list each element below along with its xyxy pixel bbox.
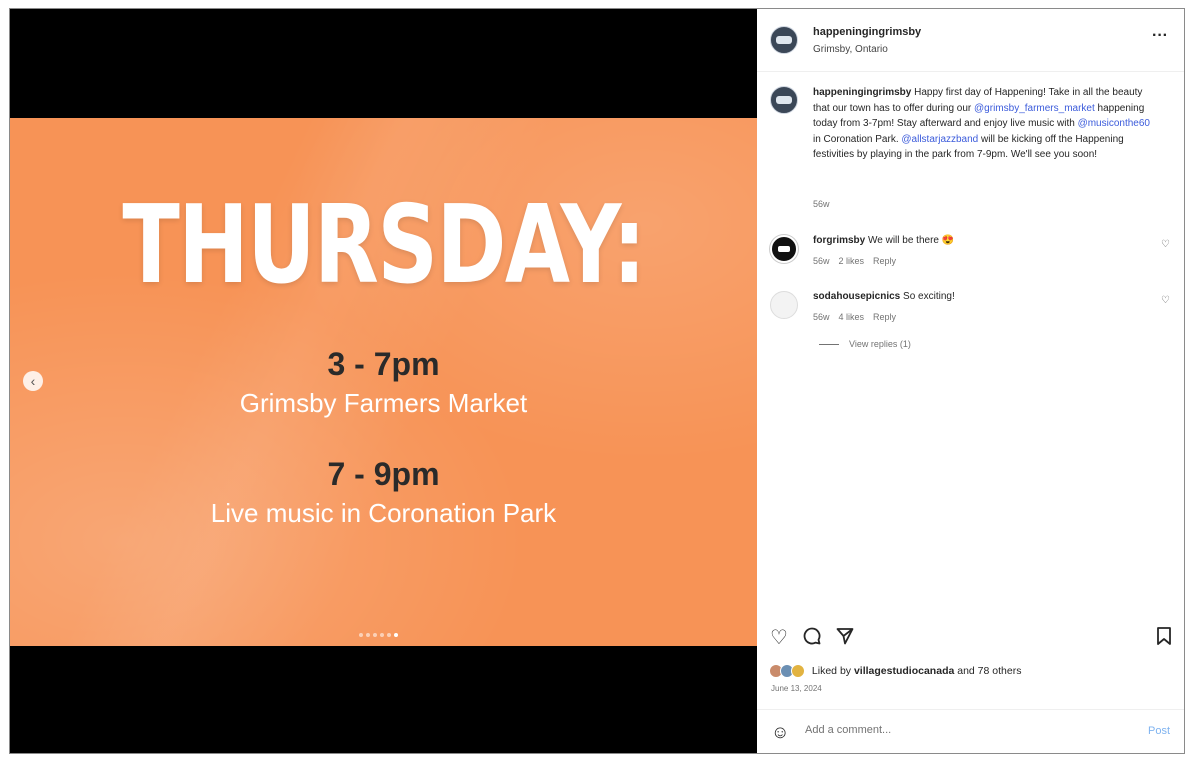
carousel-slide: THURSDAY: 3 - 7pm Grimsby Farmers Market…	[10, 118, 757, 646]
post-media: THURSDAY: 3 - 7pm Grimsby Farmers Market…	[10, 9, 757, 753]
event-1-description: Grimsby Farmers Market	[239, 388, 528, 418]
event-1-time: 3 - 7pm	[327, 346, 440, 382]
carousel-dot	[373, 633, 377, 637]
comment-text: sodahousepicnics So exciting!	[813, 291, 955, 302]
heart-icon[interactable]: ♡	[1161, 295, 1170, 306]
caption-part-3: in Coronation Park.	[813, 133, 902, 145]
emoji-icon[interactable]: ☺	[771, 722, 789, 743]
event-2-time: 7 - 9pm	[327, 456, 440, 492]
comment-item: forgrimsby We will be there 😍 56w 2 likes…	[757, 229, 1184, 279]
post-side-panel: happeningingrimsby Grimsby, Ontario ··· …	[757, 9, 1184, 753]
slide-headline: THURSDAY:	[122, 183, 646, 308]
commenter-avatar[interactable]	[770, 291, 798, 319]
comment-body: We will be there 😍	[868, 235, 955, 246]
commenter-username[interactable]: forgrimsby	[813, 235, 865, 246]
liked-by-user[interactable]: villagestudiocanada	[854, 665, 954, 677]
replies-divider	[819, 344, 839, 346]
instagram-post-modal: THURSDAY: 3 - 7pm Grimsby Farmers Market…	[9, 8, 1185, 754]
post-header: happeningingrimsby Grimsby, Ontario ···	[757, 9, 1184, 72]
more-options-icon[interactable]: ···	[1152, 27, 1168, 45]
carousel-dot	[359, 633, 363, 637]
mention-band[interactable]: @allstarjazzband	[901, 134, 978, 145]
reply-button[interactable]: Reply	[873, 312, 896, 322]
commenter-avatar[interactable]	[770, 235, 798, 263]
bookmark-icon[interactable]	[1155, 626, 1173, 652]
comment-likes[interactable]: 4 likes	[839, 312, 865, 322]
author-username[interactable]: happeningingrimsby	[813, 26, 921, 38]
share-icon[interactable]	[835, 626, 855, 652]
caption-author[interactable]: happeningingrimsby	[813, 87, 911, 98]
comment-input[interactable]	[803, 723, 1107, 737]
caption-age: 56w	[813, 199, 830, 209]
liked-by-prefix: Liked by	[811, 664, 854, 677]
add-comment-bar: ☺ Post	[757, 709, 1184, 753]
carousel-indicator	[359, 633, 398, 637]
chevron-left-icon[interactable]: ‹	[23, 371, 43, 391]
comment-age: 56w	[813, 256, 830, 266]
action-bar: ♡	[757, 626, 1184, 652]
reply-button[interactable]: Reply	[873, 256, 896, 266]
likes-summary: Liked by villagestudiocanada and 78 othe…	[769, 664, 1021, 678]
view-replies-button[interactable]: View replies (1)	[819, 339, 911, 349]
likes-others[interactable]: and 78 others	[954, 665, 1021, 677]
post-location[interactable]: Grimsby, Ontario	[813, 44, 888, 55]
commenter-username[interactable]: sodahousepicnics	[813, 291, 900, 302]
comment-text: forgrimsby We will be there 😍	[813, 235, 954, 246]
view-replies-label: View replies (1)	[849, 339, 911, 349]
post-comment-button[interactable]: Post	[1148, 725, 1170, 737]
mention-music[interactable]: @musiconthe60	[1078, 118, 1150, 129]
carousel-dot-active	[394, 633, 398, 637]
heart-icon[interactable]: ♡	[1161, 239, 1170, 250]
carousel-dot	[380, 633, 384, 637]
comment-likes[interactable]: 2 likes	[839, 256, 865, 266]
caption-author-avatar[interactable]	[770, 86, 798, 114]
comment-age: 56w	[813, 312, 830, 322]
comment-meta: 56w 4 likes Reply	[813, 312, 905, 322]
author-avatar[interactable]	[770, 26, 798, 54]
comment-item: sodahousepicnics So exciting! 56w 4 likes…	[757, 285, 1184, 335]
carousel-dot	[387, 633, 391, 637]
mention-farmers-market[interactable]: @grimsby_farmers_market	[974, 103, 1095, 114]
heart-icon[interactable]: ♡	[770, 626, 788, 650]
comment-body: So exciting!	[903, 291, 955, 302]
comment-meta: 56w 2 likes Reply	[813, 256, 905, 266]
event-2-description: Live music in Coronation Park	[210, 498, 557, 528]
carousel-dot	[366, 633, 370, 637]
liker-avatar	[791, 664, 805, 678]
post-date: June 13, 2024	[771, 684, 822, 693]
caption-text: happeningingrimsby Happy first day of Ha…	[813, 85, 1153, 163]
comment-icon[interactable]	[802, 626, 822, 652]
